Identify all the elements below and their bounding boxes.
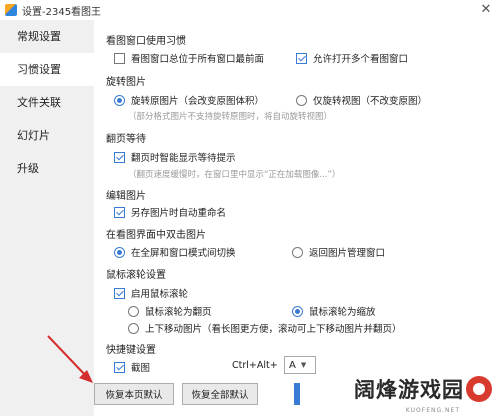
radio-dot-selected[interactable] [292,305,303,317]
always-on-top-label: 看图窗口总位于所有窗口最前面 [131,54,265,65]
auto-rename-checkbox[interactable]: 另存图片时自动重命名 [114,205,226,219]
wheel-page-radio[interactable]: 鼠标滚轮为翻页 [128,304,212,318]
checkbox-box-checked[interactable] [114,151,125,163]
sidebar-item-general[interactable]: 常规设置 [0,20,94,53]
rotate-view-only-radio[interactable]: 仅旋转视图（不改变原图） [296,93,427,107]
close-icon[interactable]: ✕ [478,2,494,18]
sidebar-item-habits[interactable]: 习惯设置 [0,53,94,86]
rotate-note: （部分格式图片不支持旋转原图时，将自动旋转视图） [128,112,333,122]
site-watermark-logo: 阔烽游戏园 [354,374,492,404]
settings-panel: 看图窗口使用习惯 看图窗口总位于所有窗口最前面 允许打开多个看图窗口 旋转图片 … [94,20,500,416]
smart-wait-hint-label: 翻页时智能显示等待提示 [131,153,236,164]
section-title-edit: 编辑图片 [106,191,146,202]
screenshot-shortcut-checkbox[interactable]: 截图 [114,360,150,374]
checkbox-box[interactable] [114,52,125,64]
checkbox-box-checked[interactable] [296,52,307,64]
shortcut-combo-label: Ctrl+Alt+ [232,360,278,371]
checkbox-box-checked[interactable] [114,206,125,218]
watermark-badge-icon [466,376,492,402]
radio-dot[interactable] [128,305,139,317]
page-wait-note: （翻页速度缓慢时，在窗口里中显示“正在加载图像...”） [128,170,341,180]
enable-wheel-label: 启用鼠标滚轮 [131,289,189,300]
watermark-text: 阔烽游戏园 [354,378,464,402]
radio-dot[interactable] [292,246,303,258]
screenshot-label: 截图 [131,363,151,374]
section-title-window: 看图窗口使用习惯 [106,36,186,47]
section-title-double-click: 在看图界面中双击图片 [106,230,206,241]
wheel-page-label: 鼠标滚轮为翻页 [145,307,212,318]
section-title-rotate: 旋转图片 [106,77,146,88]
ok-button-partial[interactable] [294,383,300,405]
checkbox-box-checked[interactable] [114,361,125,373]
section-title-wheel: 鼠标滚轮设置 [106,270,166,281]
radio-dot[interactable] [296,94,307,106]
wheel-zoom-label: 鼠标滚轮为缩放 [309,307,376,318]
allow-multiple-windows-checkbox[interactable]: 允许打开多个看图窗口 [296,51,408,65]
radio-dot[interactable] [128,322,139,334]
restore-current-defaults-button[interactable]: 恢复本页默认 [94,383,174,405]
shortcut-key-select[interactable]: A ▼ [284,356,316,374]
rotate-original-radio[interactable]: 旋转原图片（会改变原图体积） [114,93,264,107]
shortcut-key-value: A [289,359,296,371]
radio-dot-selected[interactable] [114,94,125,106]
section-title-page-wait: 翻页等待 [106,134,146,145]
window-title: 设置-2345看图王 [22,6,102,18]
return-manager-label: 返回图片管理窗口 [309,248,386,259]
sidebar-item-slideshow[interactable]: 幻灯片 [0,119,94,152]
title-bar: 设置-2345看图王 ✕ [0,0,500,20]
restore-all-defaults-button[interactable]: 恢复全部默认 [182,383,258,405]
sidebar-item-file-association[interactable]: 文件关联 [0,86,94,119]
smart-wait-hint-checkbox[interactable]: 翻页时智能显示等待提示 [114,150,236,164]
app-logo-icon [5,4,17,16]
toggle-fullscreen-radio[interactable]: 在全屏和窗口模式间切换 [114,245,236,259]
return-manager-radio[interactable]: 返回图片管理窗口 [292,245,385,259]
sidebar-item-upgrade[interactable]: 升级 [0,152,94,185]
radio-dot-selected[interactable] [114,246,125,258]
toggle-fullscreen-label: 在全屏和窗口模式间切换 [131,248,236,259]
sidebar: 常规设置 习惯设置 文件关联 幻灯片 升级 [0,20,94,416]
section-title-shortcut: 快捷键设置 [106,345,156,356]
allow-multiple-label: 允许打开多个看图窗口 [313,54,409,65]
rotate-original-label: 旋转原图片（会改变原图体积） [131,96,265,107]
auto-rename-label: 另存图片时自动重命名 [131,208,227,219]
always-on-top-checkbox[interactable]: 看图窗口总位于所有窗口最前面 [114,51,264,65]
wheel-move-radio[interactable]: 上下移动图片（看长图更方便，滚动可上下移动图片并翻页） [128,321,402,335]
watermark-url: KUOFENG.NET [405,407,460,414]
wheel-move-label: 上下移动图片（看长图更方便，滚动可上下移动图片并翻页） [145,324,402,335]
checkbox-box-checked[interactable] [114,287,125,299]
rotate-view-only-label: 仅旋转视图（不改变原图） [313,96,428,107]
wheel-zoom-radio[interactable]: 鼠标滚轮为缩放 [292,304,376,318]
enable-wheel-checkbox[interactable]: 启用鼠标滚轮 [114,286,188,300]
chevron-down-icon: ▼ [300,361,307,369]
